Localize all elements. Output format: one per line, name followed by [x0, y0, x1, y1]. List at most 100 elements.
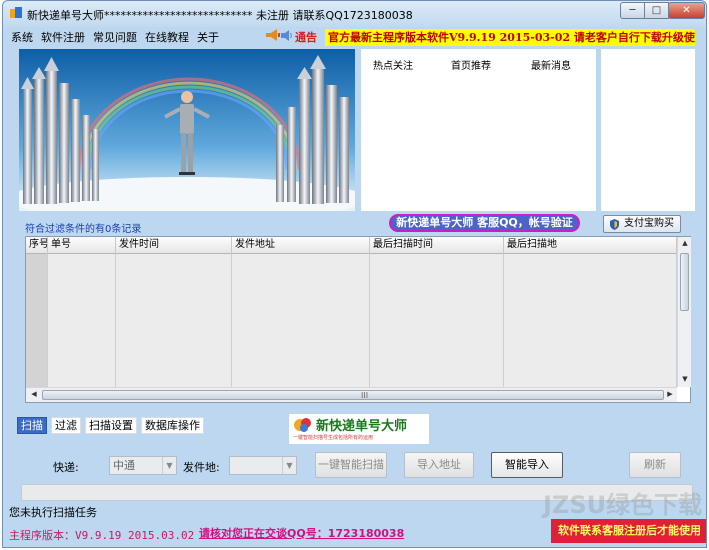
table-cell[interactable] [26, 339, 48, 356]
tab-featured[interactable]: 首页推荐 [451, 57, 491, 72]
table-cell[interactable] [48, 305, 116, 322]
table-cell[interactable] [504, 373, 677, 387]
origin-select[interactable]: ▼ [229, 456, 297, 475]
table-cell[interactable] [116, 373, 232, 387]
table-cell[interactable] [232, 322, 370, 339]
tab-latest-news[interactable]: 最新消息 [531, 57, 571, 72]
table-cell[interactable] [48, 271, 116, 288]
table-cell[interactable] [48, 322, 116, 339]
table-cell[interactable] [370, 356, 504, 373]
close-button[interactable]: ✕ [668, 2, 705, 19]
import-address-button[interactable]: 导入地址 [404, 452, 474, 478]
table-cell[interactable] [26, 288, 48, 305]
table-cell[interactable] [232, 339, 370, 356]
vertical-scroll-thumb[interactable] [680, 253, 689, 311]
table-cell[interactable] [370, 373, 504, 387]
table-cell[interactable] [370, 305, 504, 322]
tab-hot-topics[interactable]: 热点关注 [373, 57, 413, 72]
table-cell[interactable] [26, 373, 48, 387]
table-cell[interactable] [26, 356, 48, 373]
table-cell[interactable] [48, 373, 116, 387]
scroll-left-arrow-icon[interactable]: ◀ [28, 390, 40, 398]
table-cell[interactable] [26, 254, 48, 271]
app-window: 新快递单号大师*************************** 未注册 请… [2, 0, 707, 548]
table-cell[interactable] [370, 339, 504, 356]
qq-verification-link[interactable]: 请核对您正在交谈QQ号：1723180038 [199, 525, 404, 541]
column-last-scan-time[interactable]: 最后扫描时间 [370, 237, 504, 254]
column-send-address[interactable]: 发件地址 [232, 237, 370, 254]
menu-register[interactable]: 软件注册 [41, 29, 85, 45]
smart-import-button[interactable]: 智能导入 [491, 452, 563, 478]
table-cell[interactable] [504, 254, 677, 271]
minimize-button[interactable]: ─ [620, 2, 645, 19]
title-bar[interactable]: 新快递单号大师*************************** 未注册 请… [3, 1, 706, 27]
table-cell[interactable] [504, 305, 677, 322]
table-cell[interactable] [232, 305, 370, 322]
table-cell[interactable] [116, 305, 232, 322]
table-cell[interactable] [232, 356, 370, 373]
table-cell[interactable] [232, 254, 370, 271]
table-cell[interactable] [504, 356, 677, 373]
table-cell[interactable] [116, 288, 232, 305]
alipay-purchase-button[interactable]: 支付宝购买 [603, 215, 681, 233]
table-cell[interactable] [504, 339, 677, 356]
tab-filter[interactable]: 过滤 [51, 417, 81, 434]
table-cell[interactable] [370, 254, 504, 271]
menu-tutorial[interactable]: 在线教程 [145, 29, 189, 45]
table-cell[interactable] [370, 288, 504, 305]
smart-scan-button[interactable]: 一键智能扫描 [315, 452, 387, 478]
table-cell[interactable] [504, 271, 677, 288]
table-cell[interactable] [504, 288, 677, 305]
table-row[interactable] [26, 356, 677, 373]
table-cell[interactable] [116, 339, 232, 356]
table-cell[interactable] [232, 288, 370, 305]
table-row[interactable] [26, 373, 677, 387]
column-send-time[interactable]: 发件时间 [116, 237, 232, 254]
column-last-scan-place[interactable]: 最后扫描地 [504, 237, 677, 254]
tab-scan[interactable]: 扫描 [17, 417, 47, 434]
register-notice: 软件联系客服注册后才能使用 [551, 519, 706, 543]
scroll-up-arrow-icon[interactable]: ▲ [679, 239, 691, 247]
table-cell[interactable] [48, 356, 116, 373]
table-row[interactable] [26, 305, 677, 322]
column-index[interactable]: 序号 [26, 237, 48, 254]
table-cell[interactable] [232, 271, 370, 288]
table-cell[interactable] [504, 322, 677, 339]
table-cell[interactable] [370, 322, 504, 339]
customer-service-banner[interactable]: 新快递单号大师 客服QQ，帐号验证 [389, 214, 580, 232]
column-tracking-number[interactable]: 单号 [48, 237, 116, 254]
announcement-marquee: 官方最新主程序版本软件V9.9.19 2015-03-02 请老客户自行下载升级… [325, 29, 695, 46]
table-cell[interactable] [26, 271, 48, 288]
tab-scan-settings[interactable]: 扫描设置 [85, 417, 137, 434]
scroll-down-arrow-icon[interactable]: ▼ [679, 375, 691, 383]
table-row[interactable] [26, 254, 677, 271]
table-row[interactable] [26, 339, 677, 356]
table-cell[interactable] [370, 271, 504, 288]
table-cell[interactable] [116, 254, 232, 271]
table-cell[interactable] [48, 288, 116, 305]
tab-database[interactable]: 数据库操作 [141, 417, 204, 434]
table-cell[interactable] [26, 322, 48, 339]
table-cell[interactable] [232, 373, 370, 387]
table-cell[interactable] [26, 305, 48, 322]
vertical-scrollbar[interactable]: ▲ ▼ [677, 237, 691, 387]
maximize-button[interactable]: □ [644, 2, 669, 19]
table-cell[interactable] [48, 339, 116, 356]
menu-system[interactable]: 系统 [11, 29, 33, 45]
horizontal-scrollbar[interactable]: ◀ III ▶ [26, 387, 677, 402]
menu-about[interactable]: 关于 [197, 29, 219, 45]
menu-bar: 系统 软件注册 常见问题 在线教程 关于 [11, 29, 219, 45]
courier-select[interactable]: 中通 ▼ [109, 456, 177, 475]
table-row[interactable] [26, 322, 677, 339]
tracking-grid[interactable]: 序号 单号 发件时间 发件地址 最后扫描时间 最后扫描地 ▲ ▼ ◀ III ▶ [25, 236, 691, 403]
table-cell[interactable] [116, 356, 232, 373]
scroll-right-arrow-icon[interactable]: ▶ [664, 390, 676, 398]
table-row[interactable] [26, 271, 677, 288]
refresh-button[interactable]: 刷新 [629, 452, 681, 478]
menu-faq[interactable]: 常见问题 [93, 29, 137, 45]
table-row[interactable] [26, 288, 677, 305]
table-cell[interactable] [48, 254, 116, 271]
table-cell[interactable] [116, 322, 232, 339]
table-cell[interactable] [116, 271, 232, 288]
horizontal-scroll-thumb[interactable]: III [42, 390, 664, 400]
